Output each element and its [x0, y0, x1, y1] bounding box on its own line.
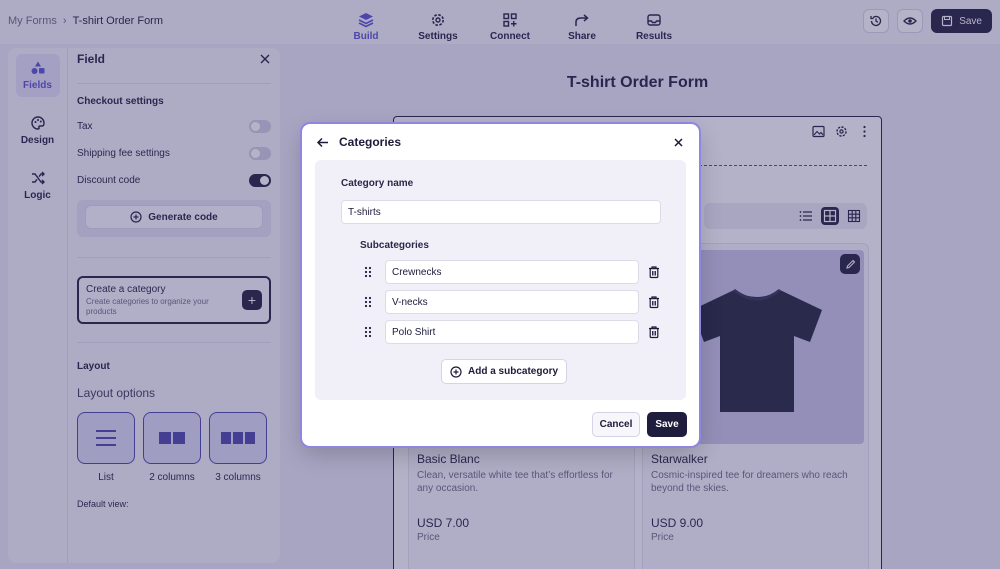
trash-icon[interactable]: [647, 295, 661, 309]
subcategory-input[interactable]: [385, 290, 639, 314]
modal-body: Category name Subcategories Add a subcat…: [315, 160, 686, 400]
subcategory-row: [363, 290, 661, 314]
save-button[interactable]: Save: [647, 412, 687, 437]
add-subcategory-label: Add a subcategory: [468, 366, 559, 377]
close-icon[interactable]: [672, 136, 685, 149]
category-name-input[interactable]: [341, 200, 661, 224]
modal-header: Categories: [316, 134, 685, 150]
cancel-button[interactable]: Cancel: [592, 412, 640, 437]
subcategory-row: [363, 260, 661, 284]
trash-icon[interactable]: [647, 265, 661, 279]
modal-title: Categories: [339, 135, 402, 149]
drag-handle-icon[interactable]: [363, 325, 373, 339]
drag-handle-icon[interactable]: [363, 295, 373, 309]
categories-modal: Categories Category name Subcategories A…: [302, 124, 699, 446]
plus-circle-icon: [450, 365, 462, 378]
trash-icon[interactable]: [647, 325, 661, 339]
subcategories-label: Subcategories: [360, 240, 429, 251]
drag-handle-icon[interactable]: [363, 265, 373, 279]
category-name-label: Category name: [341, 178, 414, 189]
back-arrow-icon[interactable]: [316, 136, 329, 149]
add-subcategory-button[interactable]: Add a subcategory: [441, 359, 568, 384]
subcategory-input[interactable]: [385, 260, 639, 284]
subcategory-row: [363, 320, 661, 344]
subcategory-input[interactable]: [385, 320, 639, 344]
